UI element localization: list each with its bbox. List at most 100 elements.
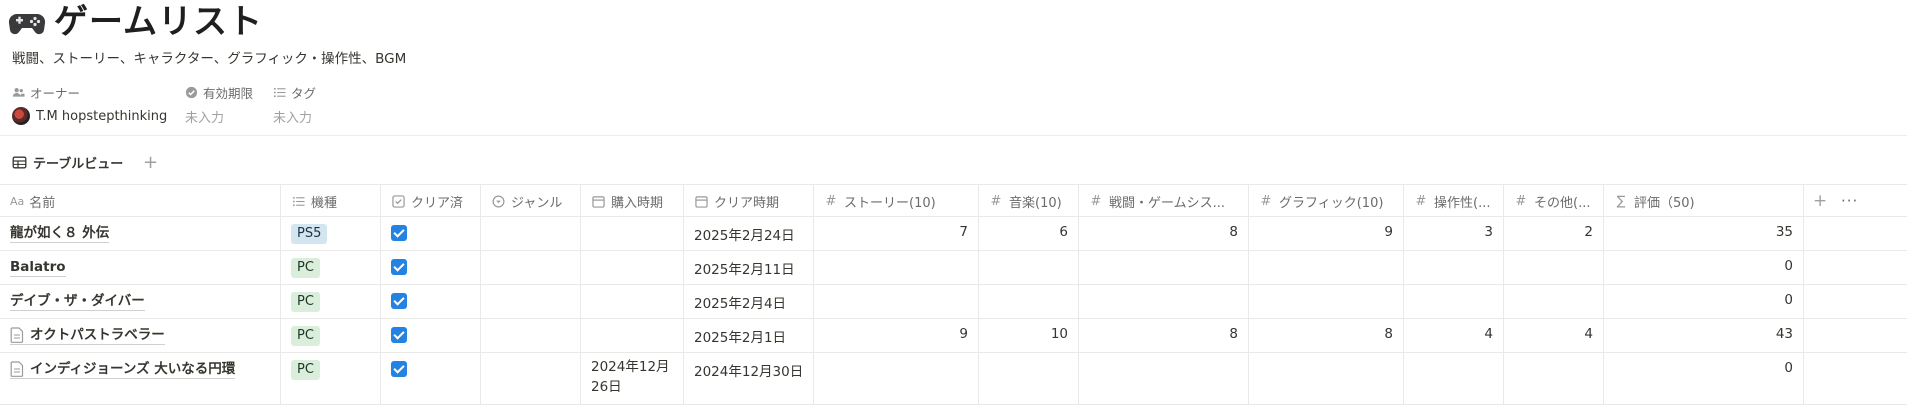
cell-graphics[interactable] (1249, 251, 1404, 284)
cleared-checkbox[interactable] (391, 327, 407, 343)
cell-music[interactable] (979, 285, 1079, 318)
cell-purchased[interactable] (581, 319, 684, 352)
cell-story[interactable] (814, 285, 979, 318)
cell-genre[interactable] (481, 353, 581, 404)
column-header-name[interactable]: Aa 名前 (0, 185, 281, 217)
cell-cleared-date[interactable]: 2025年2月1日 (684, 319, 814, 352)
cell-other[interactable]: 4 (1504, 319, 1604, 352)
row-title[interactable]: 龍が如く８ 外伝 (10, 224, 109, 242)
cell-controls[interactable] (1404, 353, 1504, 404)
column-header-battle[interactable]: # 戦闘・ゲームシス... (1079, 185, 1249, 217)
cell-graphics[interactable] (1249, 285, 1404, 318)
cell-genre[interactable] (481, 285, 581, 318)
cell-name[interactable]: Balatro (0, 251, 281, 284)
row-title[interactable]: インディジョーンズ 大いなる円環 (30, 360, 235, 378)
cell-score[interactable]: 0 (1604, 251, 1804, 284)
tag-value[interactable]: 未入力 (273, 107, 312, 126)
column-header-cleared[interactable]: クリア済 (381, 185, 481, 217)
expiry-value[interactable]: 未入力 (185, 107, 224, 126)
cell-battle[interactable] (1079, 285, 1249, 318)
cell-name[interactable]: デイブ・ザ・ダイバー (0, 285, 281, 318)
cell-music[interactable] (979, 353, 1079, 404)
cell-platform[interactable]: PC (281, 251, 381, 284)
row-title[interactable]: オクトパストラベラー (30, 326, 165, 344)
column-header-other[interactable]: # その他(... (1504, 185, 1604, 217)
row-title[interactable]: Balatro (10, 258, 66, 276)
cell-story[interactable]: 9 (814, 319, 979, 352)
cleared-checkbox[interactable] (391, 361, 407, 377)
table-row[interactable]: オクトパストラベラー PC 2025年2月1日 9 10 8 8 4 4 43 (0, 319, 1907, 353)
cleared-checkbox[interactable] (391, 293, 407, 309)
cell-controls[interactable]: 4 (1404, 319, 1504, 352)
column-header-genre[interactable]: ジャンル (481, 185, 581, 217)
cell-music[interactable]: 10 (979, 319, 1079, 352)
cell-controls[interactable]: 3 (1404, 217, 1504, 250)
cleared-checkbox[interactable] (391, 225, 407, 241)
cleared-checkbox[interactable] (391, 259, 407, 275)
cell-cleared-date[interactable]: 2025年2月4日 (684, 285, 814, 318)
cell-platform[interactable]: PC (281, 285, 381, 318)
column-header-music[interactable]: # 音楽(10) (979, 185, 1079, 217)
cell-graphics[interactable] (1249, 353, 1404, 404)
cell-genre[interactable] (481, 319, 581, 352)
cell-story[interactable] (814, 353, 979, 404)
cell-other[interactable] (1504, 285, 1604, 318)
column-header-graphics[interactable]: # グラフィック(10) (1249, 185, 1404, 217)
column-header-cleared-date[interactable]: クリア時期 (684, 185, 814, 217)
owner-property-label[interactable]: オーナー (12, 83, 80, 102)
cell-name[interactable]: オクトパストラベラー (0, 319, 281, 352)
cell-cleared[interactable] (381, 353, 481, 404)
cell-controls[interactable] (1404, 285, 1504, 318)
column-header-controls[interactable]: # 操作性(... (1404, 185, 1504, 217)
column-header-story[interactable]: # ストーリー(10) (814, 185, 979, 217)
cell-score[interactable]: 35 (1604, 217, 1804, 250)
row-title[interactable]: デイブ・ザ・ダイバー (10, 292, 145, 310)
cell-cleared[interactable] (381, 251, 481, 284)
page-description[interactable]: 戦闘、ストーリー、キャラクター、グラフィック・操作性、BGM (12, 47, 406, 67)
cell-score[interactable]: 0 (1604, 285, 1804, 318)
tab-table-view[interactable]: テーブルビュー (12, 153, 123, 172)
tag-property-label[interactable]: タグ (273, 83, 316, 102)
cell-cleared[interactable] (381, 319, 481, 352)
cell-score[interactable]: 43 (1604, 319, 1804, 352)
cell-story[interactable] (814, 251, 979, 284)
cell-platform[interactable]: PC (281, 353, 381, 404)
cell-graphics[interactable]: 9 (1249, 217, 1404, 250)
cell-platform[interactable]: PC (281, 319, 381, 352)
expiry-property-label[interactable]: 有効期限 (185, 83, 253, 102)
column-header-purchased[interactable]: 購入時期 (581, 185, 684, 217)
cell-name[interactable]: 龍が如く８ 外伝 (0, 217, 281, 250)
cell-other[interactable]: 2 (1504, 217, 1604, 250)
cell-genre[interactable] (481, 251, 581, 284)
cell-purchased[interactable] (581, 251, 684, 284)
cell-music[interactable]: 6 (979, 217, 1079, 250)
table-row[interactable]: Balatro PC 2025年2月11日 0 (0, 251, 1907, 285)
cell-controls[interactable] (1404, 251, 1504, 284)
cell-music[interactable] (979, 251, 1079, 284)
cell-battle[interactable] (1079, 353, 1249, 404)
add-view-button[interactable]: + (143, 153, 158, 173)
game-controller-icon[interactable] (8, 6, 46, 38)
column-header-score[interactable]: ∑ 評価（50) (1604, 185, 1804, 217)
cell-other[interactable] (1504, 251, 1604, 284)
cell-score[interactable]: 0 (1604, 353, 1804, 404)
cell-story[interactable]: 7 (814, 217, 979, 250)
cell-graphics[interactable]: 8 (1249, 319, 1404, 352)
cell-purchased[interactable]: 2024年12月26日 (581, 353, 684, 404)
owner-value[interactable]: T.M hopstepthinking (12, 107, 167, 125)
cell-name[interactable]: インディジョーンズ 大いなる円環 (0, 353, 281, 404)
cell-battle[interactable] (1079, 251, 1249, 284)
table-row[interactable]: インディジョーンズ 大いなる円環 PC 2024年12月26日 2024年12月30日… (0, 353, 1907, 405)
cell-purchased[interactable] (581, 285, 684, 318)
page-title[interactable]: ゲームリスト (54, 0, 263, 44)
cell-cleared-date[interactable]: 2025年2月24日 (684, 217, 814, 250)
cell-cleared[interactable] (381, 217, 481, 250)
cell-platform[interactable]: PS5 (281, 217, 381, 250)
cell-battle[interactable]: 8 (1079, 217, 1249, 250)
cell-cleared-date[interactable]: 2024年12月30日 (684, 353, 814, 404)
cell-cleared[interactable] (381, 285, 481, 318)
cell-cleared-date[interactable]: 2025年2月11日 (684, 251, 814, 284)
table-row[interactable]: デイブ・ザ・ダイバー PC 2025年2月4日 0 (0, 285, 1907, 319)
cell-genre[interactable] (481, 217, 581, 250)
table-row[interactable]: 龍が如く８ 外伝 PS5 2025年2月24日 7 6 8 9 3 2 35 (0, 217, 1907, 251)
